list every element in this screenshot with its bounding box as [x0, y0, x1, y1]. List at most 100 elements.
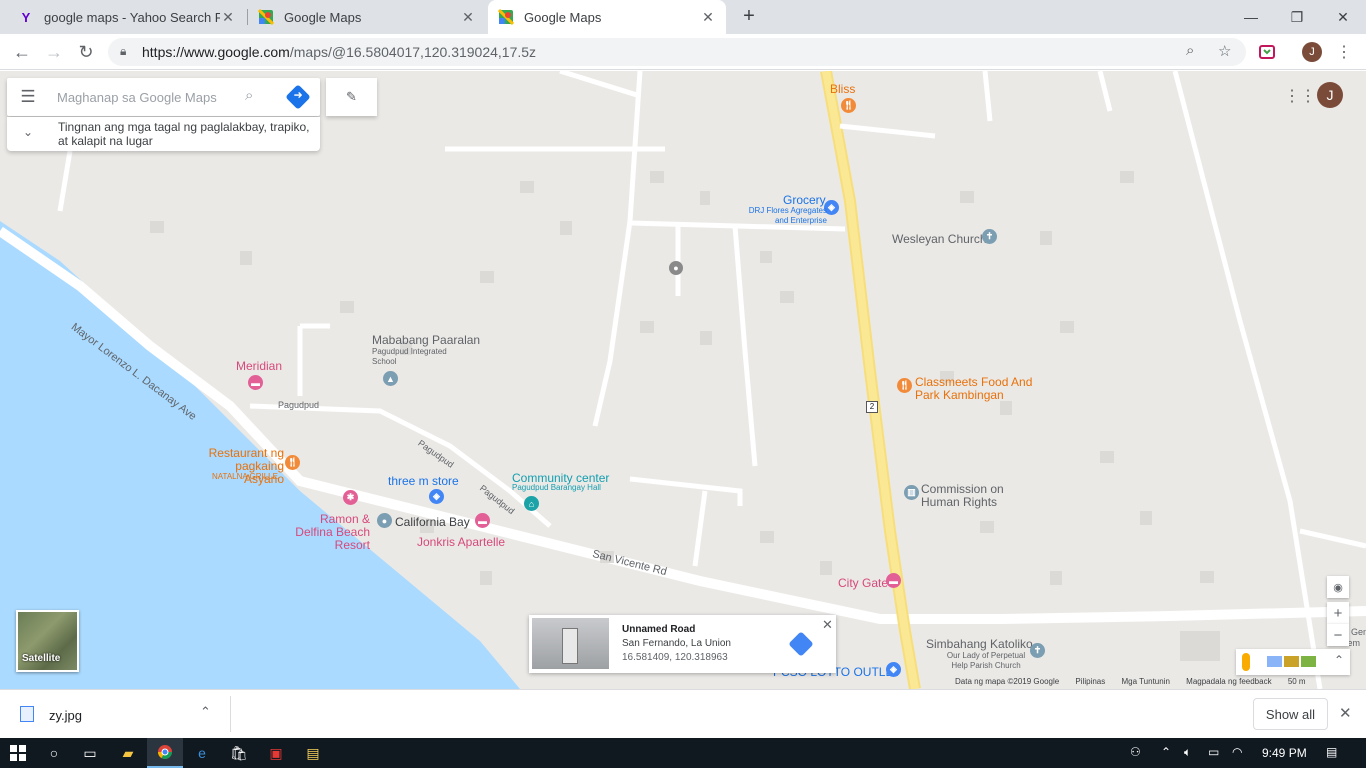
- download-filename[interactable]: zy.jpg: [49, 708, 82, 723]
- menu-kebab-icon[interactable]: ⋮: [1333, 41, 1355, 63]
- chevron-up-icon[interactable]: ⌃: [200, 704, 211, 720]
- footer-feedback[interactable]: Magpadala ng feedback: [1186, 677, 1271, 686]
- restaurant-icon[interactable]: 🍴︎: [897, 378, 912, 393]
- tab-google-maps[interactable]: Google Maps ✕: [248, 0, 486, 34]
- tab-yahoo-search[interactable]: Y google maps - Yahoo Search Res ✕: [8, 0, 246, 34]
- place-info-card[interactable]: Unnamed Road San Fernando, La Union 16.5…: [529, 615, 836, 673]
- restaurant-icon[interactable]: 🍴︎: [285, 455, 300, 470]
- minimize-button[interactable]: —: [1228, 0, 1274, 34]
- footer-country[interactable]: Pilipinas: [1075, 677, 1105, 686]
- street-view-thumbnail[interactable]: [532, 618, 609, 669]
- profile-avatar[interactable]: J: [1301, 41, 1323, 63]
- close-tab-icon[interactable]: ✕: [220, 9, 236, 26]
- show-all-button[interactable]: Show all: [1253, 698, 1328, 730]
- wifi-icon[interactable]: ◠: [1232, 745, 1242, 759]
- suggestion-text[interactable]: Tingnan ang mga tagal ng paglalakbay, tr…: [58, 120, 316, 148]
- beach-resort-icon[interactable]: ✱: [343, 490, 358, 505]
- edit-pencil-icon[interactable]: ✎: [326, 78, 377, 116]
- place-label-community-sub[interactable]: Pagudpud Barangay Hall: [512, 483, 601, 492]
- place-label-meridian[interactable]: Meridian: [236, 359, 282, 373]
- hotel-icon[interactable]: ▬: [248, 375, 263, 390]
- chevron-down-icon[interactable]: ⌄: [23, 125, 33, 139]
- shopping-icon[interactable]: ◈: [886, 662, 901, 677]
- place-label-ramon[interactable]: Ramon & Delfina Beach Resort: [282, 513, 370, 552]
- hotel-icon[interactable]: ▬: [475, 513, 490, 528]
- store-icon[interactable]: 🛍︎: [221, 738, 257, 768]
- zoom-in-button[interactable]: +: [1327, 602, 1349, 624]
- account-avatar[interactable]: J: [1317, 82, 1343, 108]
- hamburger-menu-icon[interactable]: ☰: [17, 87, 39, 107]
- gift-app-icon[interactable]: ▣: [258, 738, 294, 768]
- hotel-icon[interactable]: ▬: [886, 573, 901, 588]
- search-icon[interactable]: ⌕: [245, 87, 253, 104]
- place-label-simbahan[interactable]: Simbahang Katoliko: [926, 637, 1033, 651]
- restore-button[interactable]: ❐: [1274, 0, 1320, 34]
- place-label-natalna[interactable]: NATALNA GRILLE: [212, 472, 278, 481]
- battery-icon[interactable]: ▭: [1208, 745, 1219, 759]
- zoom-icon[interactable]: ⌕: [1186, 42, 1194, 59]
- url-text[interactable]: https://www.google.com/maps/@16.5804017,…: [142, 44, 536, 60]
- people-icon[interactable]: ⚇: [1130, 745, 1141, 759]
- place-label-grocery[interactable]: Grocery: [783, 193, 826, 207]
- cortana-search-icon[interactable]: ○: [36, 738, 72, 768]
- search-input[interactable]: [57, 86, 237, 108]
- scale-label[interactable]: 50 m: [1288, 677, 1306, 686]
- tab-google-maps-active[interactable]: Google Maps ✕: [488, 0, 726, 34]
- school-icon[interactable]: ▲: [383, 371, 398, 386]
- satellite-toggle[interactable]: Satellite: [16, 610, 79, 672]
- layer-thumb-icon[interactable]: [1301, 656, 1316, 667]
- close-icon[interactable]: ✕: [1339, 704, 1352, 722]
- pegman-icon[interactable]: [1242, 653, 1250, 671]
- chrome-icon[interactable]: [147, 738, 183, 768]
- place-label-california[interactable]: California Bay: [395, 515, 470, 529]
- my-location-button[interactable]: ◉: [1327, 576, 1349, 598]
- close-icon[interactable]: ✕: [822, 617, 833, 633]
- footer-terms[interactable]: Mga Tuntunin: [1121, 677, 1169, 686]
- reload-button[interactable]: ↻: [74, 40, 98, 64]
- restaurant-icon[interactable]: 🍴︎: [841, 98, 856, 113]
- government-icon[interactable]: ▥: [904, 485, 919, 500]
- place-label-drj[interactable]: DRJ Flores Agregates and Enterprise: [737, 206, 827, 226]
- directions-icon[interactable]: ➜: [285, 84, 311, 110]
- church-icon[interactable]: ✝: [982, 229, 997, 244]
- community-center-icon[interactable]: ⌂: [524, 496, 539, 511]
- back-button[interactable]: ←: [10, 40, 34, 64]
- forward-button[interactable]: →: [42, 40, 66, 64]
- chevron-up-icon[interactable]: ⌃: [1161, 745, 1171, 759]
- new-tab-button[interactable]: +: [738, 5, 760, 27]
- close-tab-icon[interactable]: ✕: [700, 9, 716, 26]
- extension-icon[interactable]: [1256, 41, 1278, 63]
- place-label-city-gate[interactable]: City Gate: [838, 576, 888, 590]
- place-label-paaralan-sub[interactable]: Pagudpud Integrated School: [372, 347, 452, 367]
- volume-icon[interactable]: 🔈︎: [1184, 745, 1191, 760]
- close-tab-icon[interactable]: ✕: [460, 9, 476, 26]
- map-canvas[interactable]: Mayor Lorenzo L. Dacanay Ave Pagudpud Pa…: [0, 71, 1366, 689]
- place-label-paaralan[interactable]: Mababang Paaralan: [372, 333, 480, 347]
- address-bar[interactable]: 🔒︎ https://www.google.com/maps/@16.58040…: [108, 38, 1246, 66]
- file-explorer-icon[interactable]: ▰: [110, 738, 146, 768]
- clock[interactable]: 9:49 PM: [1262, 746, 1307, 760]
- bookmark-star-icon[interactable]: ☆: [1218, 42, 1231, 60]
- place-label-jonkris[interactable]: Jonkris Apartelle: [417, 535, 505, 549]
- place-label-wesleyan[interactable]: Wesleyan Church: [892, 232, 987, 246]
- layer-thumb-icon[interactable]: [1284, 656, 1299, 667]
- directions-icon[interactable]: [788, 631, 814, 657]
- place-label-bliss[interactable]: Bliss: [830, 82, 855, 96]
- church-icon[interactable]: ✝: [1030, 643, 1045, 658]
- shopping-icon[interactable]: ◈: [429, 489, 444, 504]
- start-windows-icon[interactable]: [0, 738, 36, 768]
- task-view-icon[interactable]: ▭: [72, 738, 108, 768]
- layer-thumb-icon[interactable]: [1267, 656, 1282, 667]
- place-label-commission[interactable]: Commission on Human Rights: [921, 483, 1011, 509]
- close-window-button[interactable]: ✕: [1320, 0, 1366, 34]
- place-icon[interactable]: ●: [377, 513, 392, 528]
- notifications-icon[interactable]: ▤: [1326, 745, 1337, 759]
- suggestion-panel[interactable]: ⌄ Tingnan ang mga tagal ng paglalakbay, …: [7, 117, 320, 151]
- place-label-simbahan-sub[interactable]: Our Lady of Perpetual Help Parish Church: [941, 651, 1031, 671]
- expand-up-icon[interactable]: ⌃: [1334, 653, 1344, 667]
- location-pin-icon[interactable]: ●: [669, 261, 683, 275]
- place-label-classmeets[interactable]: Classmeets Food And Park Kambingan: [915, 376, 1045, 402]
- notepad-icon[interactable]: ▤: [295, 738, 331, 768]
- edge-icon[interactable]: e: [184, 738, 220, 768]
- place-label-three-m[interactable]: three m store: [388, 474, 459, 488]
